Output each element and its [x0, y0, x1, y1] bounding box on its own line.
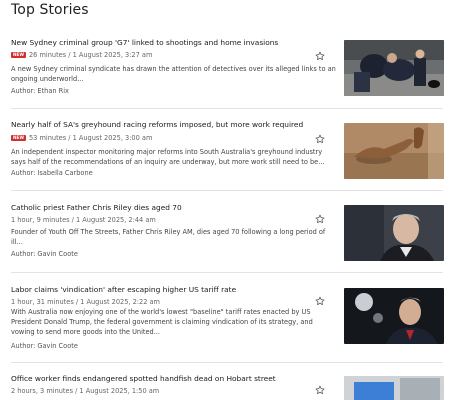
- story-headline[interactable]: Labor claims 'vindication' after escapin…: [11, 285, 331, 295]
- bookmark-star-icon[interactable]: [315, 385, 325, 395]
- story-author[interactable]: Author: Isabella Carbone: [11, 169, 93, 178]
- story-thumbnail[interactable]: [344, 288, 444, 344]
- story-thumbnail[interactable]: [344, 205, 444, 261]
- story-summary: With Australia now enjoying one of the w…: [11, 308, 313, 336]
- story-timestamp: 1 hour, 9 minutes / 1 August 2025, 2:44 …: [11, 216, 156, 224]
- new-badge: NEW: [11, 135, 26, 141]
- bookmark-star-icon[interactable]: [315, 296, 325, 306]
- bookmark-star-icon[interactable]: [315, 134, 325, 144]
- story-author[interactable]: Author: Gavin Coote: [11, 342, 78, 351]
- story-meta: NEW 53 minutes / 1 August 2025, 3:00 am: [11, 134, 152, 143]
- bookmark-star-icon[interactable]: [315, 51, 325, 61]
- story-thumbnail[interactable]: [344, 376, 444, 400]
- story-timestamp: 26 minutes / 1 August 2025, 3:27 am: [28, 51, 153, 59]
- story-thumbnail[interactable]: [344, 123, 444, 179]
- story-headline[interactable]: Nearly half of SA's greyhound racing ref…: [11, 120, 331, 130]
- story-summary: A new Sydney criminal syndicate has draw…: [11, 65, 336, 83]
- story-meta: 1 hour, 31 minutes / 1 August 2025, 2:22…: [11, 298, 160, 307]
- section-title: Top Stories: [11, 2, 89, 18]
- story-divider: [11, 190, 443, 191]
- story-timestamp: 1 hour, 31 minutes / 1 August 2025, 2:22…: [11, 298, 160, 306]
- story-timestamp: 2 hours, 3 minutes / 1 August 2025, 1:50…: [11, 387, 160, 395]
- story-summary: Founder of Youth Off The Streets, Father…: [11, 228, 326, 246]
- story-author[interactable]: Author: Ethan Rix: [11, 87, 69, 96]
- story-headline[interactable]: Catholic priest Father Chris Riley dies …: [11, 203, 331, 213]
- story-meta: 2 hours, 3 minutes / 1 August 2025, 1:50…: [11, 387, 159, 396]
- new-badge: NEW: [11, 52, 26, 58]
- story-summary: An independent inspector monitoring majo…: [11, 148, 325, 166]
- top-stories-page: Top Stories New Sydney criminal group 'G…: [0, 0, 451, 400]
- story-headline[interactable]: New Sydney criminal group 'G7' linked to…: [11, 38, 331, 48]
- story-thumbnail[interactable]: [344, 40, 444, 96]
- story-divider: [11, 108, 443, 109]
- story-headline[interactable]: Office worker finds endangered spotted h…: [11, 374, 331, 384]
- story-meta: NEW 26 minutes / 1 August 2025, 3:27 am: [11, 51, 152, 60]
- story-divider: [11, 362, 443, 363]
- bookmark-star-icon[interactable]: [315, 214, 325, 224]
- story-divider: [11, 272, 443, 273]
- story-meta: 1 hour, 9 minutes / 1 August 2025, 2:44 …: [11, 216, 156, 225]
- story-author[interactable]: Author: Gavin Coote: [11, 250, 78, 259]
- story-timestamp: 53 minutes / 1 August 2025, 3:00 am: [28, 134, 153, 142]
